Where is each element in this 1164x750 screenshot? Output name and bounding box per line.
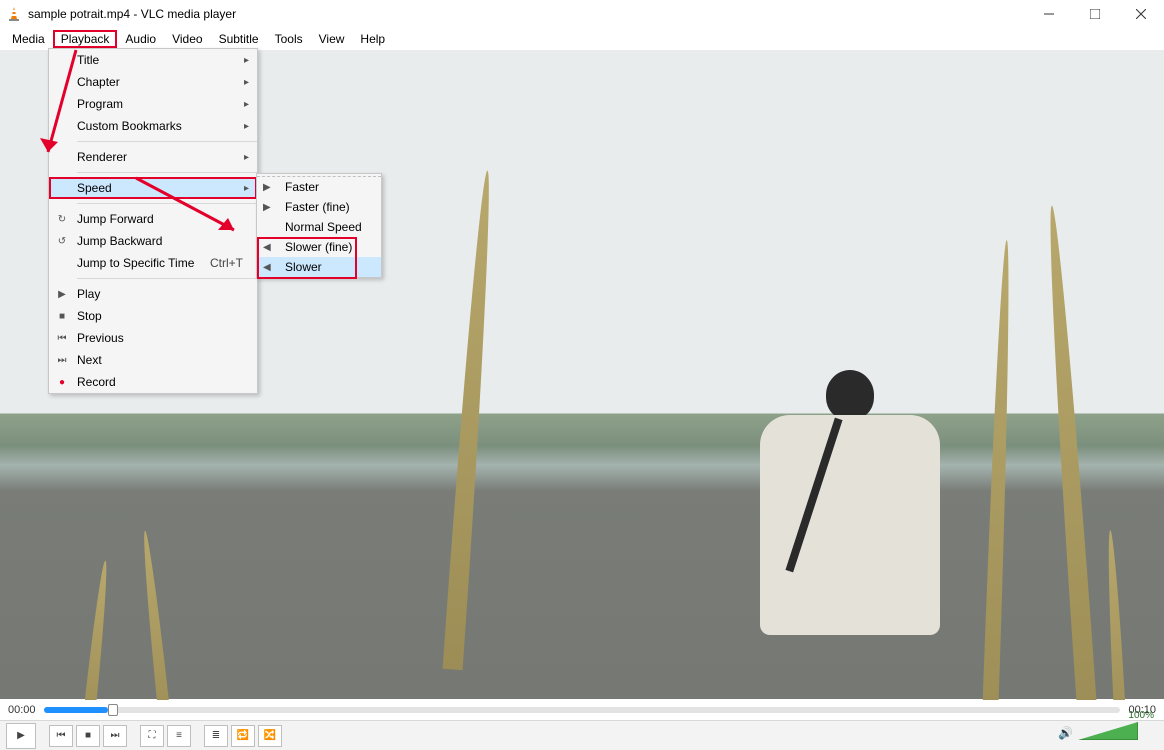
faster-icon: ▶ (263, 182, 277, 193)
menuitem-label: Record (77, 375, 116, 389)
play-button[interactable]: ▶ (6, 723, 36, 749)
submenu-slower-fine[interactable]: ◀ Slower (fine) (257, 237, 381, 257)
titlebar: sample potrait.mp4 - VLC media player (0, 0, 1164, 28)
video-foliage (443, 170, 498, 670)
minimize-button[interactable] (1026, 0, 1072, 28)
menuitem-label: Speed (77, 181, 112, 195)
close-button[interactable] (1118, 0, 1164, 28)
window-controls (1026, 0, 1164, 28)
timebar: 00:00 00:10 (0, 700, 1164, 720)
menuitem-next[interactable]: ⏭ Next (49, 349, 257, 371)
seek-knob[interactable] (108, 704, 118, 716)
maximize-button[interactable] (1072, 0, 1118, 28)
submenu-slower[interactable]: ◀ Slower (257, 257, 381, 277)
submenu-faster[interactable]: ▶ Faster (257, 177, 381, 197)
speed-submenu: ▶ Faster ▶ Faster (fine) Normal Speed ◀ Slo… (256, 173, 382, 278)
menuitem-label: Jump to Specific Time (77, 256, 194, 270)
video-foliage (1042, 205, 1098, 725)
submenu-normal[interactable]: Normal Speed (257, 217, 381, 237)
playlist-button[interactable]: ≣ (204, 725, 228, 747)
stop-button[interactable]: ■ (76, 725, 100, 747)
seek-progress (44, 707, 109, 713)
fullscreen-button[interactable]: ⛶ (140, 725, 164, 747)
record-icon: ● (55, 377, 69, 388)
menuitem-label: Slower (fine) (285, 240, 352, 254)
menuitem-label: Stop (77, 309, 102, 323)
menuitem-shortcut: Ctrl+T (210, 256, 243, 270)
annotation-arrow (36, 42, 86, 172)
seek-track[interactable] (44, 707, 1121, 713)
video-foliage (981, 240, 1014, 740)
menuitem-play[interactable]: ▶ Play (49, 283, 257, 305)
controls: ▶ ⏮ ■ ⏭ ⛶ ≡ ≣ 🔁 🔀 🔊 100% (0, 720, 1164, 750)
menu-tools[interactable]: Tools (267, 30, 311, 48)
extended-settings-button[interactable]: ≡ (167, 725, 191, 747)
time-current: 00:00 (8, 704, 36, 716)
menubar: Media Playback Audio Video Subtitle Tool… (0, 28, 1164, 50)
volume-slider[interactable] (1078, 722, 1138, 740)
menu-video[interactable]: Video (164, 30, 210, 48)
slower-icon: ◀ (263, 262, 277, 273)
menuitem-label: Faster (285, 180, 319, 194)
menu-separator (77, 141, 257, 142)
vlc-icon (6, 6, 22, 22)
slower-fine-icon: ◀ (263, 242, 277, 253)
next-button[interactable]: ⏭ (103, 725, 127, 747)
submenu-faster-fine[interactable]: ▶ Faster (fine) (257, 197, 381, 217)
menuitem-label: Next (77, 353, 102, 367)
menuitem-label: Faster (fine) (285, 200, 350, 214)
video-subject (750, 370, 950, 670)
menu-audio[interactable]: Audio (117, 30, 164, 48)
menuitem-label: Previous (77, 331, 124, 345)
faster-fine-icon: ▶ (263, 202, 277, 213)
menuitem-record[interactable]: ● Record (49, 371, 257, 393)
previous-icon: ⏮ (55, 333, 69, 344)
previous-button[interactable]: ⏮ (49, 725, 73, 747)
shuffle-button[interactable]: 🔀 (258, 725, 282, 747)
menuitem-jump-time[interactable]: Jump to Specific Time Ctrl+T (49, 252, 257, 274)
menu-help[interactable]: Help (352, 30, 393, 48)
menuitem-label: Custom Bookmarks (77, 119, 182, 133)
volume-control[interactable]: 🔊 100% (1078, 722, 1158, 748)
jump-forward-icon: ↻ (55, 214, 69, 225)
menuitem-label: Play (77, 287, 100, 301)
jump-backward-icon: ↺ (55, 236, 69, 247)
window-title: sample potrait.mp4 - VLC media player (28, 7, 236, 21)
stop-icon: ■ (55, 311, 69, 322)
menu-view[interactable]: View (311, 30, 353, 48)
play-icon: ▶ (55, 289, 69, 300)
menu-separator (77, 278, 257, 279)
volume-label: 100% (1128, 710, 1154, 721)
menuitem-previous[interactable]: ⏮ Previous (49, 327, 257, 349)
menuitem-stop[interactable]: ■ Stop (49, 305, 257, 327)
speaker-icon[interactable]: 🔊 (1058, 726, 1073, 740)
annotation-arrow (130, 172, 250, 242)
menuitem-label: Normal Speed (285, 220, 362, 234)
next-icon: ⏭ (55, 355, 69, 366)
menuitem-label: Slower (285, 260, 322, 274)
loop-button[interactable]: 🔁 (231, 725, 255, 747)
menu-subtitle[interactable]: Subtitle (211, 30, 267, 48)
